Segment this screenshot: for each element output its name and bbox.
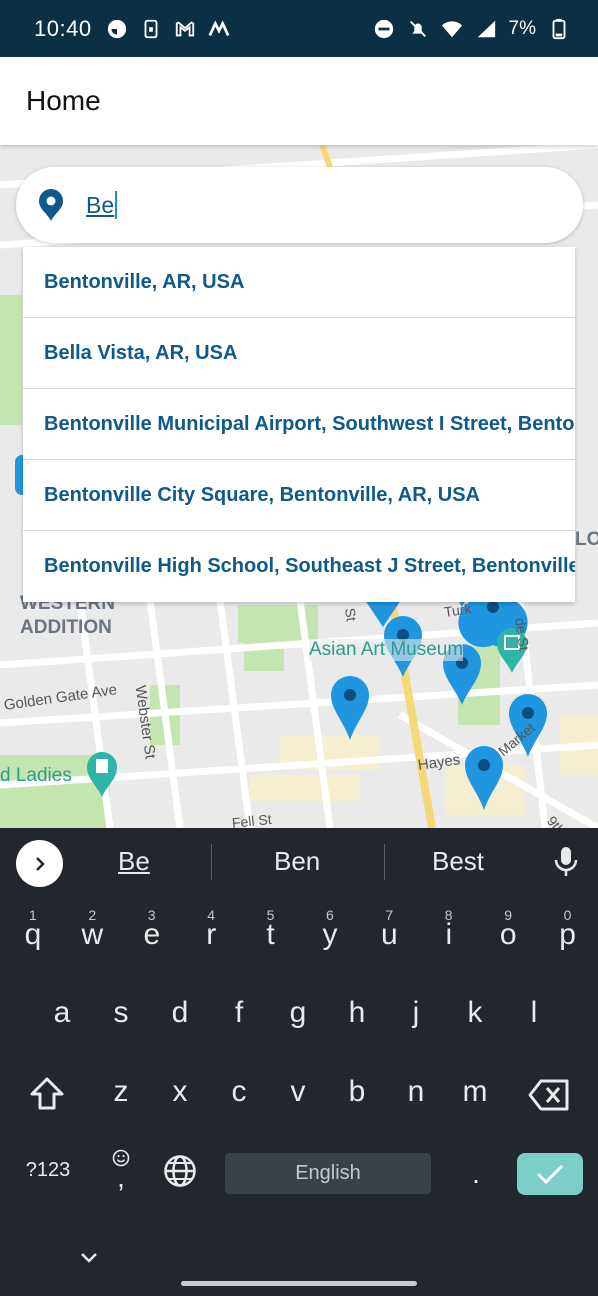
enter-key[interactable] <box>517 1153 583 1195</box>
key-hint-0: 0 <box>563 907 572 923</box>
key-v[interactable]: v <box>273 1075 323 1109</box>
do-not-disturb-icon <box>374 19 393 38</box>
text-caret <box>115 191 118 219</box>
gmail-icon <box>175 20 194 36</box>
symbols-key[interactable]: ?123 <box>22 1159 74 1182</box>
hide-keyboard-icon[interactable] <box>80 1252 98 1264</box>
key-u[interactable]: u <box>364 918 414 952</box>
key-e[interactable]: e <box>127 918 177 952</box>
space-key[interactable]: English <box>225 1153 431 1194</box>
suggestion-divider <box>211 844 212 880</box>
status-bar: 10:40 7% <box>0 0 598 57</box>
key-k[interactable]: k <box>450 996 500 1030</box>
autocomplete-list: Bentonville, AR, USA Bella Vista, AR, US… <box>23 247 575 602</box>
key-hint-9: 9 <box>504 907 512 923</box>
key-hint-4: 4 <box>207 907 215 923</box>
key-hint-6: 6 <box>326 907 334 923</box>
suggestion-item[interactable]: Bentonville High School, Southeast J Str… <box>23 531 575 602</box>
key-r[interactable]: r <box>186 918 236 952</box>
wifi-icon <box>441 20 462 37</box>
key-x[interactable]: x <box>155 1075 205 1109</box>
key-hint-7: 7 <box>385 907 394 923</box>
map-label-lo: LO <box>575 529 598 550</box>
page-title: Home <box>26 85 101 116</box>
key-hint-1: 1 <box>29 907 37 923</box>
map-label-addition: ADDITION <box>20 617 112 638</box>
mute-icon <box>409 20 426 37</box>
globe-icon[interactable] <box>163 1154 197 1188</box>
battery-icon <box>552 18 566 39</box>
key-d[interactable]: d <box>155 996 205 1030</box>
key-c[interactable]: c <box>214 1075 264 1109</box>
suggestion-item[interactable]: Bentonville Municipal Airport, Southwest… <box>23 389 575 460</box>
keyboard-suggestion[interactable]: Be <box>118 846 150 877</box>
map-label-ladies: d Ladies <box>0 765 72 786</box>
soft-keyboard: Be Ben Best q1 w2 e3 r4 t5 y6 u7 i8 o9 p0 asdfghj… <box>0 828 598 1296</box>
key-l[interactable]: l <box>509 996 559 1030</box>
key-g[interactable]: g <box>273 996 323 1030</box>
key-y[interactable]: y <box>305 918 355 952</box>
period-key[interactable]: . <box>451 1158 501 1190</box>
status-notification-icons <box>106 18 230 40</box>
map-label-fell: Fell St <box>231 810 273 828</box>
shift-icon[interactable] <box>28 1076 66 1112</box>
location-pin-icon[interactable] <box>331 676 369 740</box>
microphone-icon[interactable] <box>552 845 580 879</box>
sim-icon <box>144 19 157 38</box>
suggestion-divider <box>384 844 385 880</box>
map-label-asian-art: Asian Art Museum <box>309 639 464 661</box>
landmark-icon[interactable] <box>87 752 117 797</box>
app-bar: Home <box>0 57 598 145</box>
expand-toolbar-button[interactable] <box>16 840 63 887</box>
key-hint-3: 3 <box>147 907 156 923</box>
key-hint-8: 8 <box>444 907 453 923</box>
status-time: 10:40 <box>34 15 92 41</box>
key-q[interactable]: q <box>8 918 58 952</box>
space-key-label: English <box>295 1162 361 1184</box>
stopwatch-icon <box>107 19 126 38</box>
key-n[interactable]: n <box>391 1075 441 1109</box>
location-pin-icon[interactable] <box>465 746 503 810</box>
comma-key[interactable]: , <box>96 1162 146 1194</box>
status-system-icons: 7% <box>373 18 570 40</box>
key-f[interactable]: f <box>214 996 264 1030</box>
key-hint-5: 5 <box>266 907 275 923</box>
key-i[interactable]: i <box>424 918 474 952</box>
key-b[interactable]: b <box>332 1075 382 1109</box>
key-z[interactable]: z <box>96 1075 146 1109</box>
key-w[interactable]: w <box>67 918 117 952</box>
key-m[interactable]: m <box>450 1075 500 1109</box>
key-j[interactable]: j <box>391 996 441 1030</box>
backspace-icon[interactable] <box>527 1078 571 1112</box>
signal-icon <box>477 20 495 37</box>
suggestion-item[interactable]: Bella Vista, AR, USA <box>23 318 575 389</box>
key-o[interactable]: o <box>483 918 533 952</box>
key-p[interactable]: p <box>543 918 593 952</box>
gesture-nav-handle[interactable] <box>181 1281 417 1286</box>
keyboard-suggestion[interactable]: Ben <box>274 846 320 877</box>
location-pin-icon <box>39 189 63 221</box>
map-label-st: St <box>342 606 360 623</box>
key-t[interactable]: t <box>246 918 296 952</box>
suggestion-item[interactable]: Bentonville City Square, Bentonville, AR… <box>23 460 575 531</box>
keyboard-suggestion-strip: Be Ben Best <box>0 828 598 896</box>
key-s[interactable]: s <box>96 996 146 1030</box>
key-h[interactable]: h <box>332 996 382 1030</box>
key-a[interactable]: a <box>37 996 87 1030</box>
search-input[interactable]: Be <box>86 192 114 219</box>
chevron-right-icon <box>35 856 45 871</box>
checkmark-icon <box>536 1164 564 1185</box>
search-bar[interactable]: Be <box>16 167 583 243</box>
m-app-icon <box>208 19 229 36</box>
key-hint-2: 2 <box>88 907 97 923</box>
battery-percent: 7% <box>508 17 536 39</box>
keyboard-suggestion[interactable]: Best <box>432 846 484 877</box>
suggestion-item[interactable]: Bentonville, AR, USA <box>23 247 575 318</box>
